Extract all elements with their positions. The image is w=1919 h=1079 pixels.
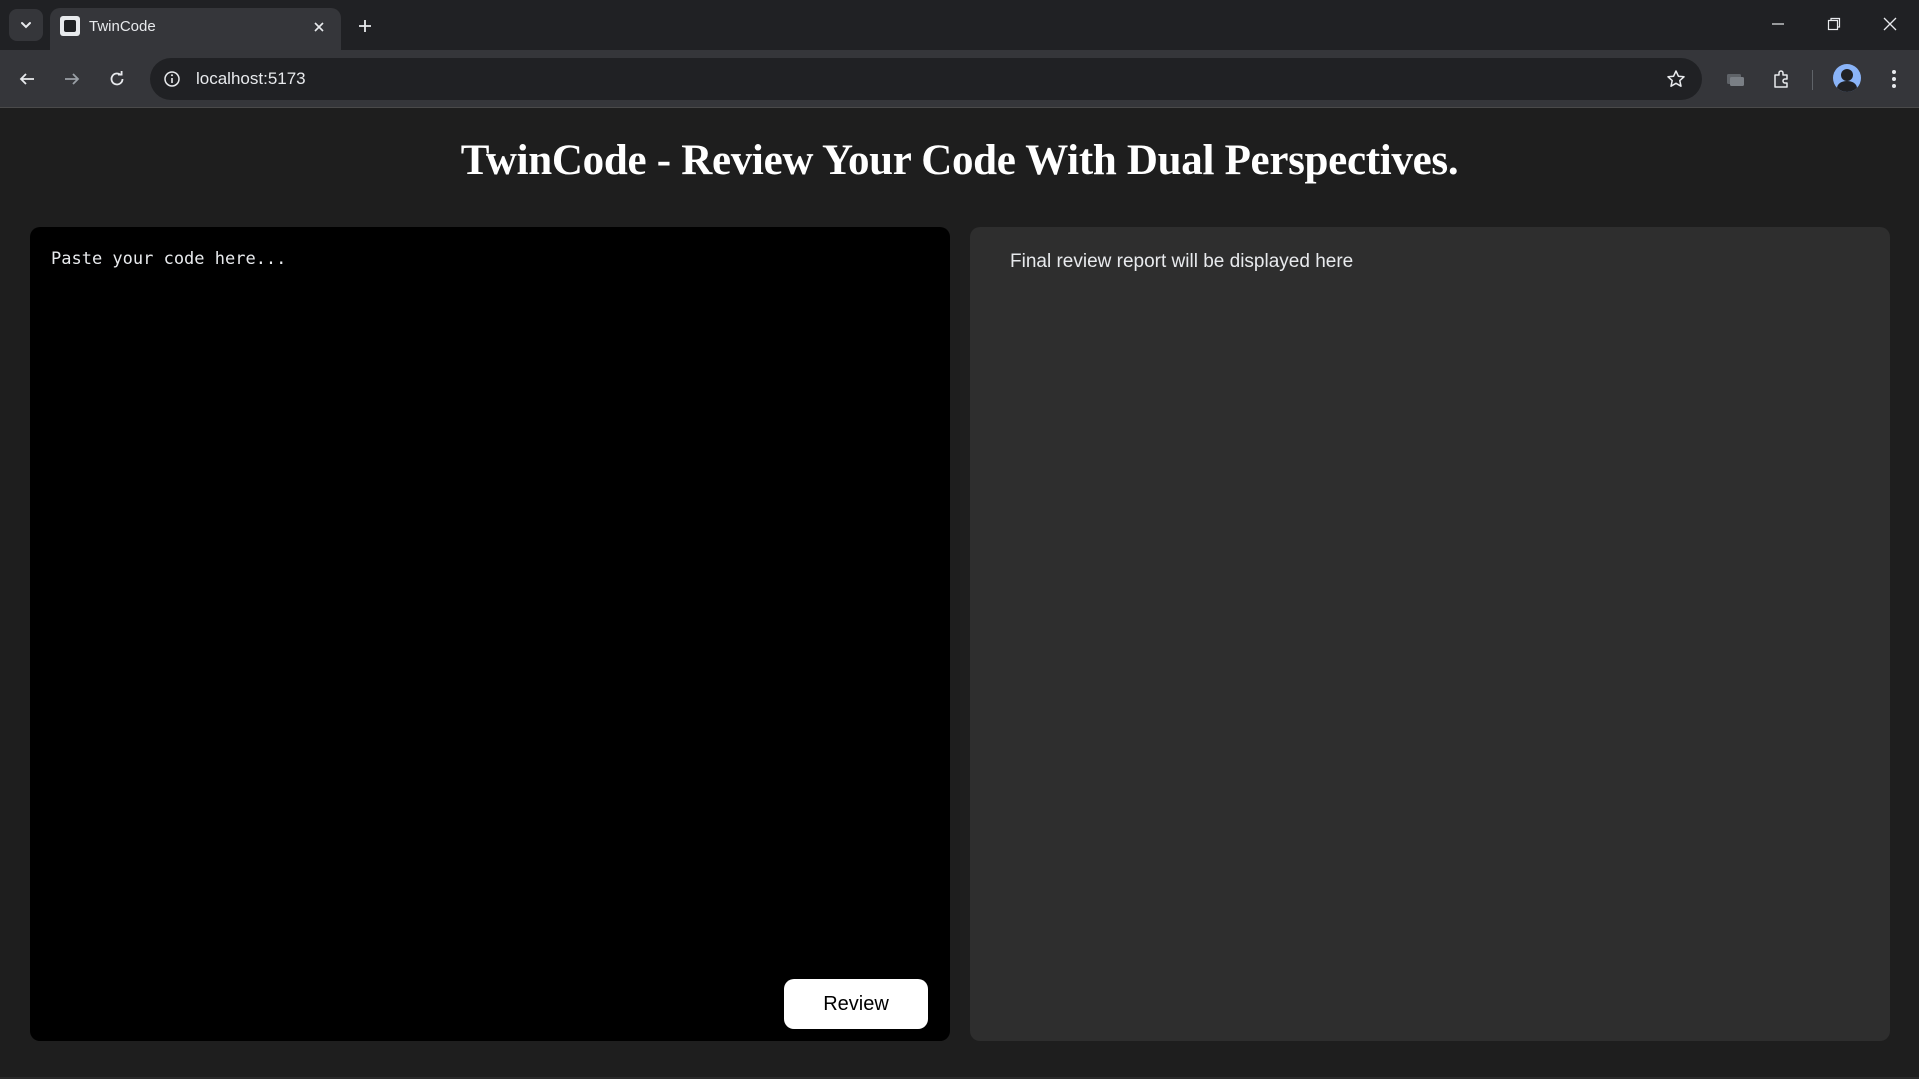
address-bar[interactable]: localhost:5173 bbox=[150, 58, 1702, 100]
tab-search-button[interactable] bbox=[9, 9, 43, 41]
browser-toolbar: localhost:5173 bbox=[0, 50, 1919, 108]
plus-icon bbox=[359, 20, 371, 32]
site-info-icon[interactable] bbox=[160, 67, 184, 91]
page-content: TwinCode - Review Your Code With Dual Pe… bbox=[0, 108, 1919, 1079]
arrow-left-icon bbox=[19, 73, 34, 85]
address-url[interactable]: localhost:5173 bbox=[196, 69, 306, 89]
reload-icon bbox=[110, 71, 124, 86]
tab-title: TwinCode bbox=[89, 18, 156, 35]
extensions-puzzle-icon[interactable] bbox=[1765, 63, 1797, 95]
new-tab-button[interactable] bbox=[350, 12, 380, 40]
bookmark-star-icon[interactable] bbox=[1664, 67, 1688, 91]
arrow-right-icon bbox=[65, 73, 80, 85]
forward-button[interactable] bbox=[56, 63, 88, 95]
chevron-down-icon bbox=[21, 22, 31, 29]
restore-window-button[interactable] bbox=[1806, 0, 1862, 48]
page-title: TwinCode - Review Your Code With Dual Pe… bbox=[460, 137, 1459, 184]
review-button[interactable]: Review bbox=[784, 979, 928, 1029]
tab-close-button[interactable] bbox=[307, 15, 331, 39]
more-menu-icon[interactable] bbox=[1878, 63, 1910, 95]
review-report-panel: Final review report will be displayed he… bbox=[970, 227, 1890, 1041]
minimize-icon bbox=[1772, 23, 1784, 25]
app-favicon-icon bbox=[60, 16, 80, 36]
report-placeholder-text: Final review report will be displayed he… bbox=[1010, 251, 1354, 272]
close-window-button[interactable] bbox=[1862, 0, 1918, 48]
code-input[interactable] bbox=[30, 227, 950, 967]
cast-media-icon[interactable] bbox=[1719, 63, 1751, 95]
close-icon bbox=[1883, 17, 1897, 31]
reload-button[interactable] bbox=[101, 63, 133, 95]
close-icon bbox=[314, 22, 324, 32]
toolbar-divider bbox=[1812, 70, 1813, 90]
minimize-window-button[interactable] bbox=[1750, 0, 1806, 48]
browser-tab-strip: TwinCode bbox=[0, 0, 1919, 50]
browser-tab-active[interactable]: TwinCode bbox=[50, 8, 341, 50]
back-button[interactable] bbox=[11, 63, 43, 95]
profile-avatar[interactable] bbox=[1833, 64, 1861, 92]
restore-icon bbox=[1827, 17, 1841, 31]
code-editor-panel: Review bbox=[30, 227, 950, 1041]
